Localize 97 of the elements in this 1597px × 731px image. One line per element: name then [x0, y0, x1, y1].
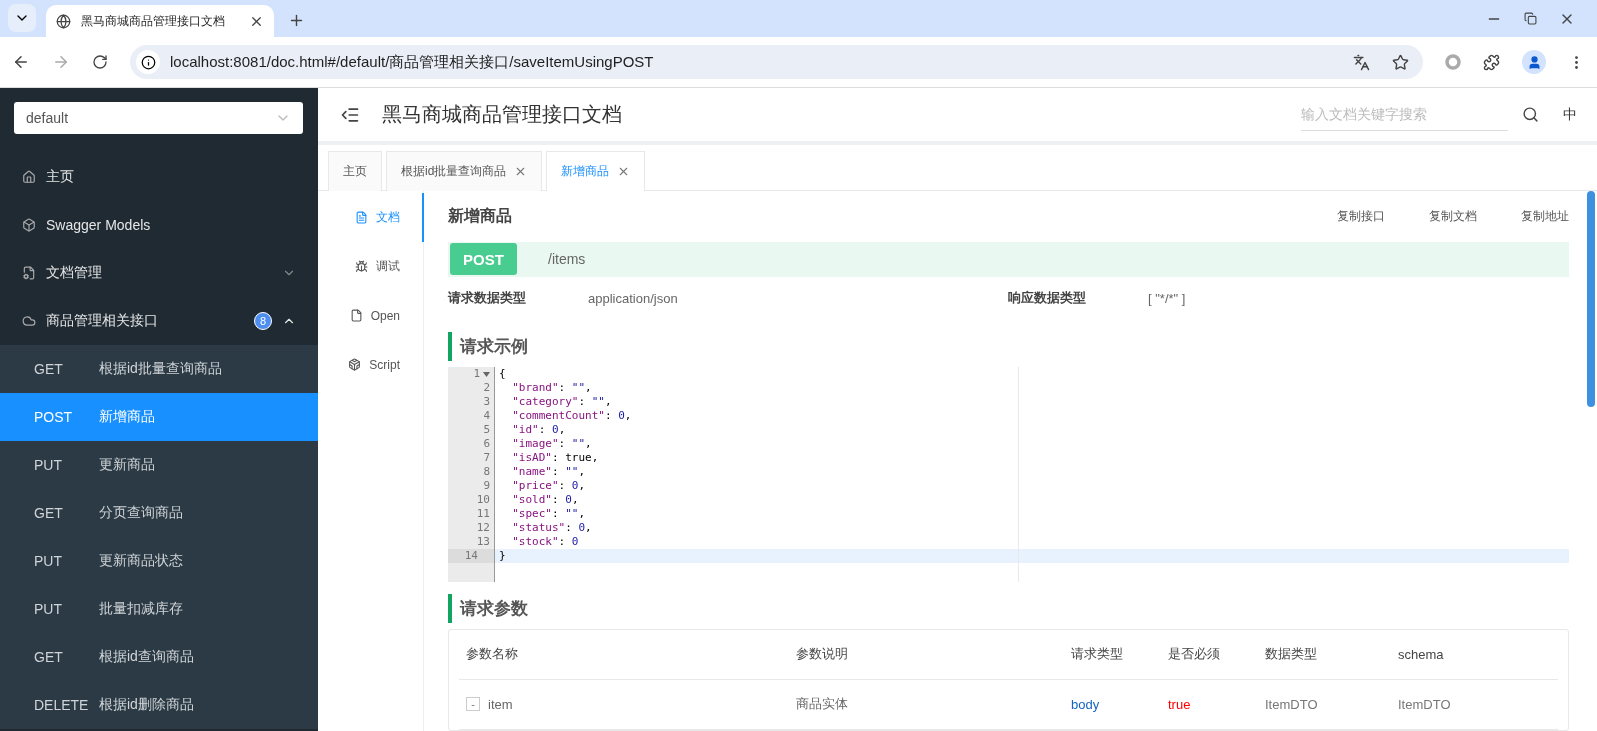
view-tab[interactable]: Open: [318, 291, 424, 340]
column-header: 是否必须: [1168, 645, 1221, 664]
code-line: "price": 0,: [511, 479, 587, 494]
translate-icon[interactable]: [1353, 53, 1370, 71]
view-tab[interactable]: 调试: [318, 242, 424, 291]
table-cell: item: [488, 697, 513, 712]
view-tab[interactable]: Script: [318, 340, 424, 389]
code-line: "image": "",: [511, 437, 593, 452]
code-editor[interactable]: 1 2 3 4 5 6 7 8 9 10 11 12 13 14 { "brand": "", "category": "", "commentCount": 0, "id": 0, "image": "", "isAD": true, "name": "", "price": 0, "sold": 0, "spec": "", "status": 0, "stock": 0 }: [448, 367, 1569, 582]
field-value: application/json: [588, 290, 679, 306]
language-button[interactable]: 中: [1563, 105, 1577, 124]
code-line: "sold": 0,: [511, 493, 580, 508]
line-number: 7: [483, 451, 490, 466]
section-title: 请求示例: [448, 331, 1569, 362]
endpoint-path: /items: [548, 251, 586, 268]
column-header: 参数名称: [466, 645, 519, 664]
code-line: "id": 0,: [511, 423, 567, 438]
code-line: "spec": "",: [511, 507, 587, 522]
reload-icon[interactable]: [92, 54, 108, 70]
table-cell: body: [1071, 697, 1100, 712]
section-title: 请求参数: [448, 593, 1569, 623]
back-icon[interactable]: [12, 53, 30, 71]
browser-tab[interactable]: 黑马商城商品管理接口文档: [46, 5, 274, 37]
line-number: 9: [483, 479, 490, 494]
line-number: 4: [483, 409, 490, 424]
info-icon[interactable]: [136, 50, 160, 74]
copy-link[interactable]: 复制文档: [1429, 207, 1477, 225]
line-number: 13: [476, 535, 490, 550]
table-cell: true: [1168, 697, 1191, 712]
code-line: {: [498, 367, 507, 382]
page-title: 黑马商城商品管理接口文档: [382, 102, 623, 127]
search-icon[interactable]: [1522, 106, 1539, 123]
code-line: "name": "",: [511, 465, 587, 480]
scrollbar-thumb[interactable]: [1587, 191, 1595, 407]
column-header: 请求类型: [1071, 645, 1124, 664]
line-number: 8: [483, 465, 490, 480]
field-value: [ "*/*" ]: [1148, 290, 1187, 306]
line-number: 1: [473, 367, 480, 382]
copy-link[interactable]: 复制接口: [1337, 207, 1385, 225]
line-number: 10: [476, 493, 490, 508]
endpoint-item[interactable]: PUT 更新商品: [0, 441, 318, 489]
count-badge: 8: [254, 312, 272, 330]
nav-item[interactable]: Swagger Models: [0, 201, 318, 249]
fold-icon: [483, 371, 490, 377]
line-number: 3: [483, 395, 490, 410]
group-select[interactable]: default: [14, 102, 303, 134]
nav-item[interactable]: 主页: [0, 153, 318, 201]
copy-link[interactable]: 复制地址: [1521, 207, 1569, 225]
tab-icon: [348, 358, 362, 371]
nav-item[interactable]: 文档管理: [0, 249, 318, 297]
nav-item[interactable]: 商品管理相关接口 8: [0, 297, 318, 345]
column-header: 数据类型: [1265, 645, 1318, 664]
line-number: 6: [483, 437, 490, 452]
field-label: 请求数据类型: [448, 289, 527, 308]
api-title: 新增商品: [448, 205, 513, 226]
table-cell: ItemDTO: [1398, 697, 1451, 712]
line-number: 5: [483, 423, 490, 438]
code-line: "status": 0,: [511, 521, 593, 536]
doc-tab[interactable]: 主页: [328, 151, 382, 191]
line-number: 12: [476, 521, 490, 536]
endpoint-item[interactable]: PUT 批量扣减库存: [0, 585, 318, 633]
line-number: 2: [483, 381, 490, 396]
endpoint-item[interactable]: PUT 更新商品状态: [0, 537, 318, 585]
code-line: "stock": 0: [511, 535, 580, 550]
doc-tab[interactable]: 根据id批量查询商品: [386, 151, 543, 191]
table-cell: 商品实体: [796, 695, 848, 714]
puzzle-icon[interactable]: [1483, 53, 1500, 71]
address-bar[interactable]: localhost:8081/doc.html#/default/商品管理相关接口/saveItemUsingPOST: [130, 45, 1423, 79]
tab-icon: [355, 260, 368, 273]
tab-icon: [355, 211, 368, 224]
tab-list-button[interactable]: [8, 4, 36, 32]
nav-icon: [22, 266, 36, 280]
tab-icon: [349, 309, 363, 322]
code-line: "isAD": true,: [511, 451, 600, 466]
method-tag: POST: [450, 243, 517, 276]
nav-icon: [22, 170, 36, 184]
nav-icon: [22, 314, 36, 328]
code-line: "commentCount": 0,: [511, 409, 633, 424]
profile-avatar[interactable]: [1522, 50, 1546, 74]
new-tab-icon[interactable]: [288, 12, 305, 29]
code-line: "brand": "",: [511, 381, 593, 396]
code-line: "category": "",: [511, 395, 613, 410]
table-cell: ItemDTO: [1265, 697, 1318, 712]
endpoint-item[interactable]: DELETE 根据id删除商品: [0, 681, 318, 729]
expand-toggle[interactable]: -: [466, 697, 480, 712]
endpoint-item[interactable]: GET 分页查询商品: [0, 489, 318, 537]
star-icon[interactable]: [1392, 53, 1409, 71]
line-number: 11: [476, 507, 490, 522]
column-header: schema: [1398, 647, 1445, 662]
nav-icon: [22, 218, 36, 232]
restore-icon[interactable]: [1524, 10, 1537, 27]
field-label: 响应数据类型: [1008, 289, 1087, 308]
globe-icon: [56, 13, 71, 29]
endpoint-item[interactable]: GET 根据id查询商品: [0, 633, 318, 681]
column-header: 参数说明: [796, 645, 849, 664]
line-number: 14: [464, 549, 478, 564]
endpoint-item[interactable]: GET 根据id批量查询商品: [0, 345, 318, 393]
